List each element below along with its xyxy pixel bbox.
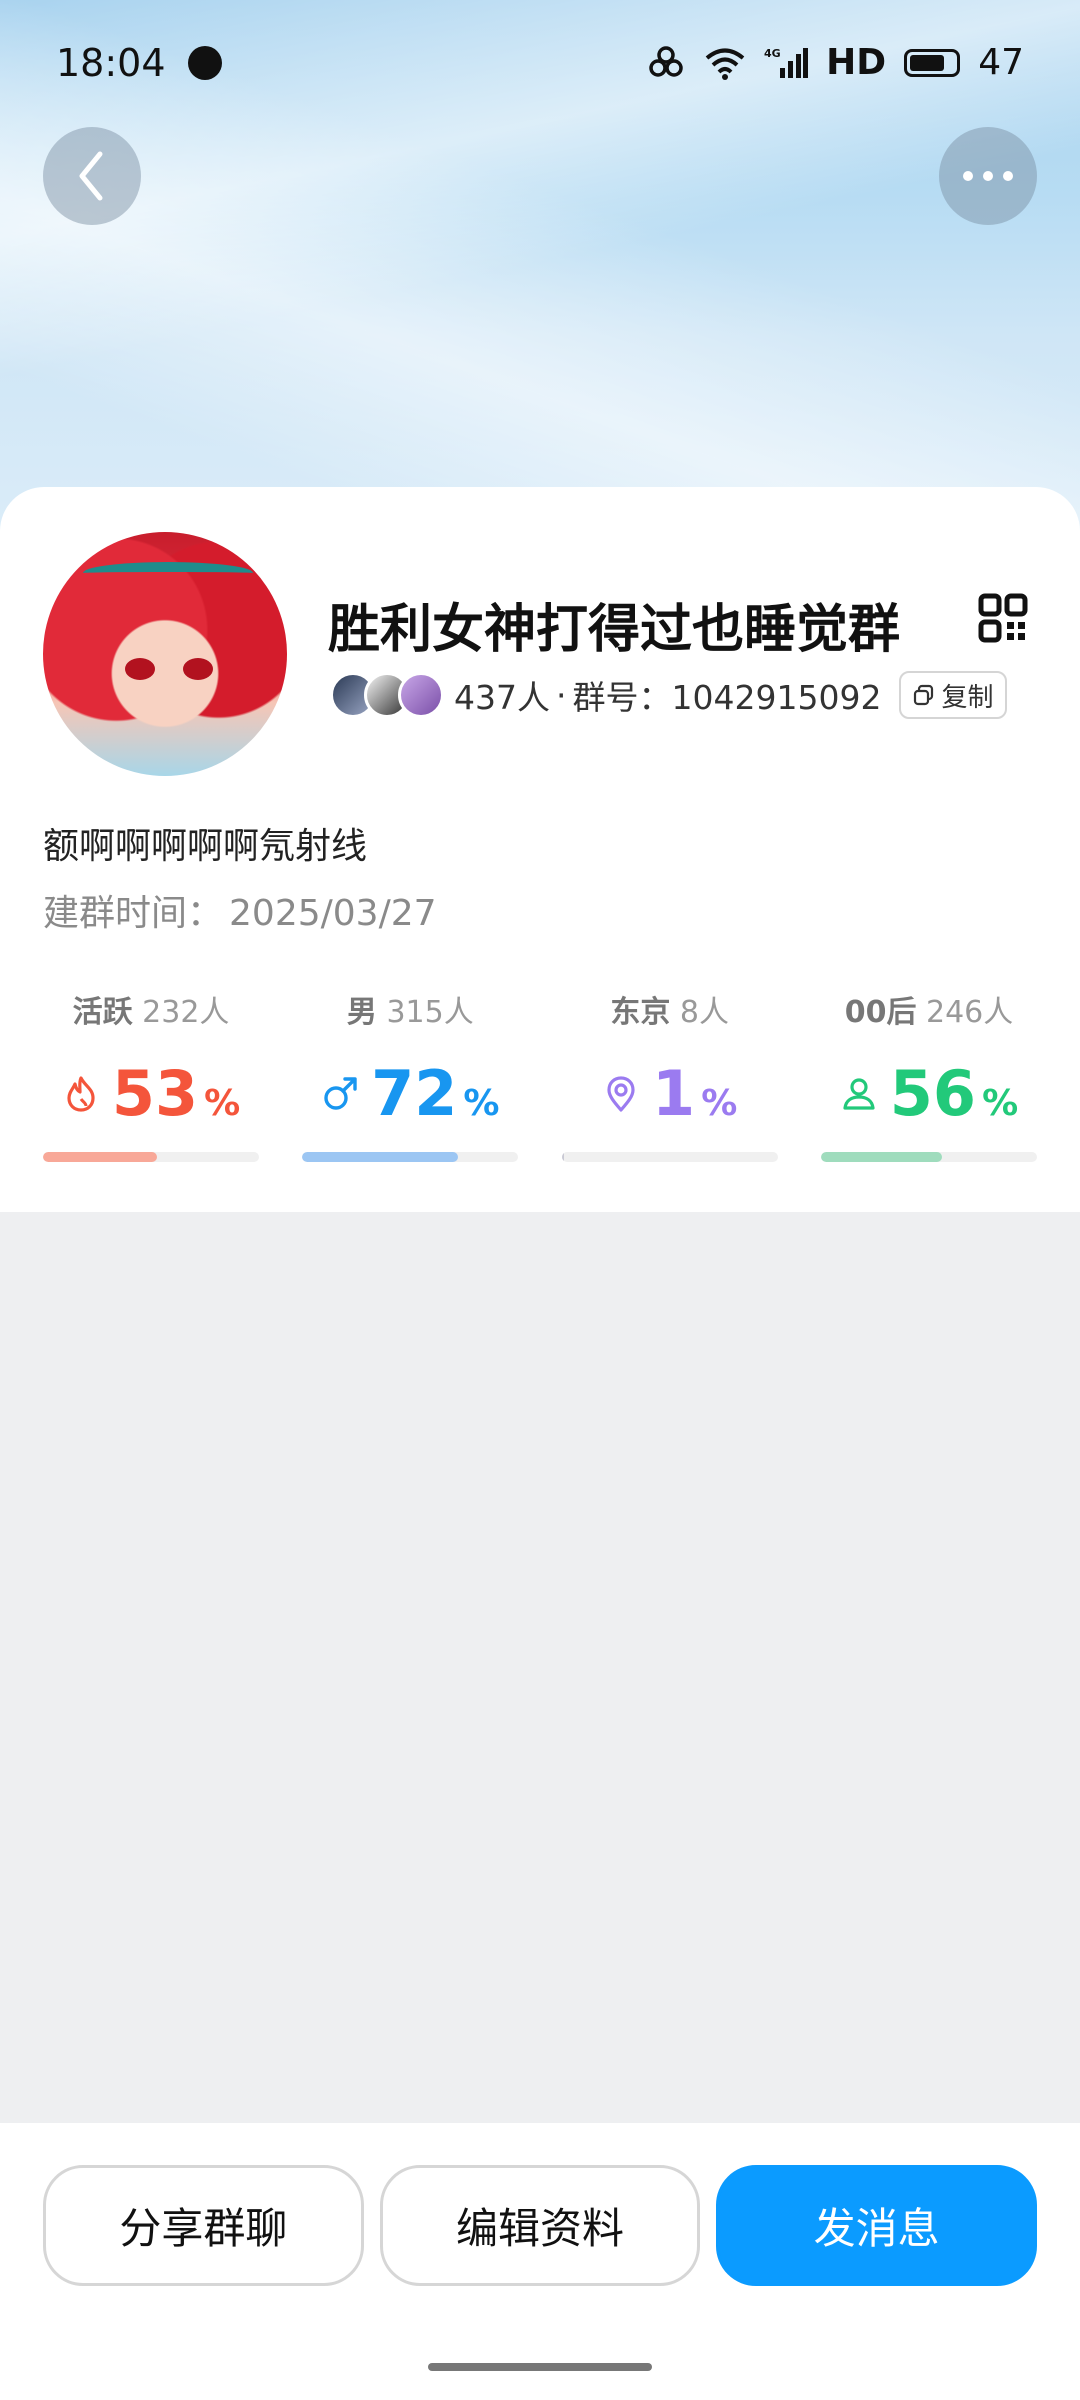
- stat-progress-fill: [43, 1152, 158, 1162]
- stat-progress-fill: [302, 1152, 458, 1162]
- stat-progress-fill: [820, 1152, 942, 1162]
- group-name: 胜利女神打得过也睡觉群: [328, 600, 901, 660]
- edit-profile-button[interactable]: 编辑资料: [379, 2165, 701, 2286]
- status-time: 18:04: [56, 40, 166, 85]
- member-avatars[interactable]: [330, 672, 444, 718]
- copy-icon: [914, 684, 934, 706]
- stat-location[interactable]: 东京 8人 1%: [561, 987, 778, 1162]
- wifi-icon: [704, 46, 746, 80]
- stat-label: 活跃 232人: [72, 995, 230, 1030]
- notification-dot-icon: [187, 45, 222, 80]
- member-avatar: [398, 672, 444, 718]
- stat-progress-fill: [561, 1152, 564, 1162]
- group-description: 额啊啊啊啊啊氖射线: [43, 826, 368, 867]
- status-bar: 18:04 4G HD 47: [0, 0, 1080, 125]
- group-stats: 活跃 232人 53% 男 315人 72% 东京 8人 1 % 00后 246…: [43, 987, 1037, 1162]
- qr-code-icon[interactable]: [978, 593, 1028, 643]
- person-icon: [843, 1077, 875, 1110]
- group-profile-page: 18:04 4G HD 47 胜利女神打得过也睡觉群 437人 · 群号：104…: [0, 0, 1080, 2400]
- created-date: 2025/03/27: [229, 893, 437, 934]
- flame-icon: [67, 1075, 95, 1112]
- stat-progress-bar: [820, 1152, 1037, 1162]
- home-indicator[interactable]: [428, 2363, 652, 2371]
- stat-label: 东京 8人: [610, 995, 729, 1030]
- share-group-button[interactable]: 分享群聊: [43, 2165, 364, 2286]
- group-avatar[interactable]: [43, 532, 287, 776]
- copy-button[interactable]: 复制: [899, 671, 1008, 719]
- stat-label: 00后 246人: [844, 995, 1014, 1030]
- member-count[interactable]: 437人: [454, 671, 550, 719]
- stat-value: 53%: [62, 1057, 240, 1130]
- more-horizontal-icon: [963, 171, 1013, 181]
- stat-value: 1%: [602, 1057, 737, 1130]
- bottom-action-bar: 分享群聊 编辑资料 发消息: [0, 2123, 1080, 2400]
- meta-separator: ·: [556, 675, 567, 715]
- stat-progress-bar: [43, 1152, 259, 1162]
- stat-active[interactable]: 活跃 232人 53%: [43, 987, 259, 1162]
- stat-progress-bar: [302, 1152, 519, 1162]
- send-message-button[interactable]: 发消息: [716, 2165, 1038, 2286]
- stat-age[interactable]: 00后 246人 56%: [820, 987, 1037, 1162]
- location-pin-icon: [607, 1075, 635, 1112]
- stat-value: 56%: [840, 1057, 1018, 1130]
- more-button[interactable]: [939, 127, 1037, 225]
- back-button[interactable]: [43, 127, 141, 225]
- svg-text:4G: 4G: [764, 47, 781, 60]
- created-label: 建群时间：: [43, 893, 224, 934]
- stat-progress-bar: [561, 1152, 778, 1162]
- group-id: 群号：1042915092: [572, 678, 882, 717]
- hotspot-icon: [646, 45, 686, 80]
- group-meta-row: 437人 · 群号：1042915092 复制: [330, 667, 1008, 723]
- stat-male[interactable]: 男 315人 72%: [302, 987, 519, 1162]
- cellular-signal-icon: 4G: [764, 46, 809, 80]
- stat-label: 男 315人: [346, 995, 474, 1030]
- chevron-left-icon: [79, 151, 103, 201]
- battery-icon: [904, 48, 961, 77]
- network-type-label: HD: [826, 42, 887, 83]
- group-info-card: 胜利女神打得过也睡觉群 437人 · 群号：1042915092 复制 额啊啊啊…: [0, 487, 1080, 1212]
- stat-value: 72%: [321, 1057, 500, 1130]
- copy-label: 复制: [941, 682, 994, 713]
- male-icon: [324, 1076, 357, 1110]
- battery-level: 47: [978, 42, 1024, 83]
- created-time: 建群时间： 2025/03/27: [43, 884, 437, 936]
